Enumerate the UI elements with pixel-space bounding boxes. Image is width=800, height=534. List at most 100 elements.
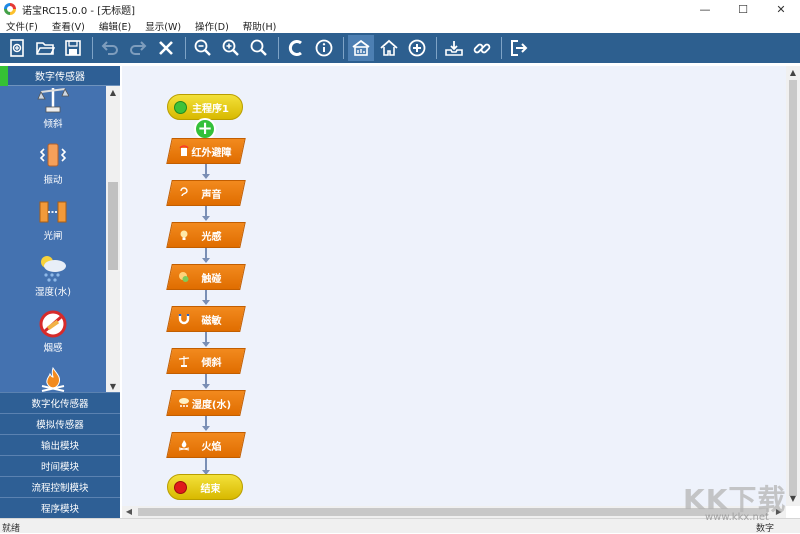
flow-block-sound[interactable]: 声音 bbox=[166, 180, 246, 206]
category-program-modules[interactable]: 程序模块 bbox=[0, 497, 120, 518]
flow-block-light[interactable]: 光感 bbox=[166, 222, 246, 248]
scroll-thumb[interactable] bbox=[138, 508, 768, 516]
zoom-out-icon bbox=[194, 39, 211, 56]
undo-button[interactable] bbox=[97, 35, 123, 61]
ear-icon bbox=[177, 186, 191, 200]
redo-icon bbox=[130, 41, 147, 55]
open-button[interactable] bbox=[32, 35, 58, 61]
zoom-fit-icon bbox=[250, 39, 267, 56]
sensor-item-smoke[interactable]: 烟感 bbox=[0, 307, 106, 363]
app-logo-icon bbox=[4, 3, 16, 15]
infrared-icon bbox=[177, 144, 191, 158]
category-analog-sensors[interactable]: 模拟传感器 bbox=[0, 413, 120, 434]
light-gate-icon bbox=[39, 201, 67, 223]
category-output-modules[interactable]: 输出模块 bbox=[0, 434, 120, 455]
link-button[interactable] bbox=[469, 35, 495, 61]
new-button[interactable] bbox=[4, 35, 30, 61]
save-button[interactable] bbox=[60, 35, 86, 61]
sensor-item-light-gate[interactable]: 光闸 bbox=[0, 195, 106, 251]
sidebar-header-label: 数字传感器 bbox=[35, 72, 85, 83]
close-button[interactable]: ✕ bbox=[762, 0, 800, 18]
sensor-label: 烟感 bbox=[43, 343, 63, 354]
menu-bar: 文件(F) 查看(V) 编辑(E) 显示(W) 操作(D) 帮助(H) bbox=[0, 18, 800, 33]
magnet-icon bbox=[177, 312, 191, 326]
menu-file[interactable]: 文件(F) bbox=[0, 19, 46, 33]
flow-arrow-icon bbox=[202, 174, 210, 179]
flow-block-label: 触碰 bbox=[201, 273, 222, 285]
toolbar-separator bbox=[92, 37, 93, 59]
sidebar-header-digital-sensors[interactable]: 数字传感器 bbox=[0, 66, 120, 86]
delete-icon bbox=[159, 41, 173, 55]
window-controls: — ☐ ✕ bbox=[686, 0, 800, 18]
maximize-button[interactable]: ☐ bbox=[724, 0, 762, 18]
link-icon bbox=[473, 43, 491, 54]
canvas-vertical-scrollbar[interactable]: ▲ ▼ bbox=[786, 66, 800, 506]
menu-view[interactable]: 查看(V) bbox=[46, 19, 93, 33]
zoom-fit-button[interactable] bbox=[246, 35, 272, 61]
end-dot-icon bbox=[174, 480, 187, 494]
info-button[interactable] bbox=[311, 35, 337, 61]
sensor-item-tilt[interactable]: 倾斜 bbox=[0, 86, 106, 139]
sensor-palette-scrollbar[interactable]: ▲ ▼ bbox=[106, 86, 120, 394]
flow-block-tilt[interactable]: 倾斜 bbox=[166, 348, 246, 374]
minimize-button[interactable]: — bbox=[686, 0, 724, 18]
category-time-modules[interactable]: 时间模块 bbox=[0, 455, 120, 476]
home-button[interactable] bbox=[376, 35, 402, 61]
sensor-label: 光闸 bbox=[43, 231, 63, 242]
tilt-scale-icon bbox=[37, 88, 69, 113]
sensor-item-flame[interactable] bbox=[0, 363, 106, 394]
flow-block-infrared-avoid[interactable]: 红外避障 bbox=[166, 138, 246, 164]
exit-icon bbox=[511, 40, 528, 56]
flow-block-content: 磁敏 bbox=[170, 307, 242, 331]
flow-block-content: 红外避障 bbox=[170, 139, 242, 163]
sensor-item-vibration[interactable]: 振动 bbox=[0, 139, 106, 195]
compile-button[interactable] bbox=[283, 35, 309, 61]
delete-button[interactable] bbox=[153, 35, 179, 61]
flow-block-content: 倾斜 bbox=[170, 349, 242, 373]
open-folder-icon bbox=[36, 42, 55, 55]
insert-block-button[interactable]: + bbox=[194, 118, 216, 140]
exit-button[interactable] bbox=[506, 35, 532, 61]
flow-arrow-icon bbox=[202, 258, 210, 263]
zoom-in-button[interactable] bbox=[218, 35, 244, 61]
scroll-thumb[interactable] bbox=[789, 80, 797, 496]
flow-block-label: 光感 bbox=[201, 231, 222, 243]
flow-block-flame[interactable]: 火焰 bbox=[166, 432, 246, 458]
new-icon bbox=[10, 39, 24, 57]
sidebar: 数字传感器 倾斜 振动 光闸 湿度(水) 烟感 ▲ ▼ 数字化传感器 模拟传感器… bbox=[0, 66, 120, 518]
category-flow-control-modules[interactable]: 流程控制模块 bbox=[0, 476, 120, 497]
sensor-item-humidity[interactable]: 湿度(水) bbox=[0, 251, 106, 307]
redo-button[interactable] bbox=[125, 35, 151, 61]
scroll-left-arrow-icon[interactable]: ◀ bbox=[122, 506, 136, 518]
sensor-label: 湿度(水) bbox=[35, 287, 71, 298]
add-button[interactable] bbox=[404, 35, 430, 61]
watermark-logo: KK下载 www.kkx.net bbox=[683, 478, 793, 524]
flow-arrow-icon bbox=[202, 216, 210, 221]
program-canvas[interactable]: 主程序1 + 红外避障 声音 光感 触碰 磁敏 倾斜 湿度(水) 火焰 结束 bbox=[122, 66, 786, 506]
category-digitalized-sensors[interactable]: 数字化传感器 bbox=[0, 392, 120, 413]
menu-operate[interactable]: 操作(D) bbox=[189, 19, 237, 33]
zoom-out-button[interactable] bbox=[190, 35, 216, 61]
flow-start-label: 主程序1 bbox=[192, 103, 229, 115]
add-circle-icon bbox=[408, 39, 426, 57]
sensor-label: 振动 bbox=[43, 175, 63, 186]
home-chart-button[interactable] bbox=[348, 35, 374, 61]
menu-display[interactable]: 显示(W) bbox=[139, 19, 189, 33]
flow-block-magnetic[interactable]: 磁敏 bbox=[166, 306, 246, 332]
scroll-up-arrow-icon[interactable]: ▲ bbox=[786, 66, 800, 80]
menu-edit[interactable]: 编辑(E) bbox=[93, 19, 139, 33]
download-button[interactable] bbox=[441, 35, 467, 61]
window-title: 诺宝RC15.0.0 - [无标题] bbox=[22, 5, 136, 17]
plus-icon: + bbox=[197, 118, 213, 139]
scroll-up-arrow-icon[interactable]: ▲ bbox=[106, 86, 120, 100]
flow-block-humidity[interactable]: 湿度(水) bbox=[166, 390, 246, 416]
watermark-url: www.kkx.net bbox=[705, 512, 769, 523]
zoom-in-icon bbox=[222, 39, 239, 56]
flow-end-node[interactable]: 结束 bbox=[167, 474, 243, 500]
flow-block-touch[interactable]: 触碰 bbox=[166, 264, 246, 290]
flow-start-node[interactable]: 主程序1 bbox=[167, 94, 243, 120]
flow-block-content: 光感 bbox=[170, 223, 242, 247]
toolbar-separator bbox=[278, 37, 279, 59]
menu-help[interactable]: 帮助(H) bbox=[237, 19, 285, 33]
scroll-thumb[interactable] bbox=[108, 182, 118, 270]
